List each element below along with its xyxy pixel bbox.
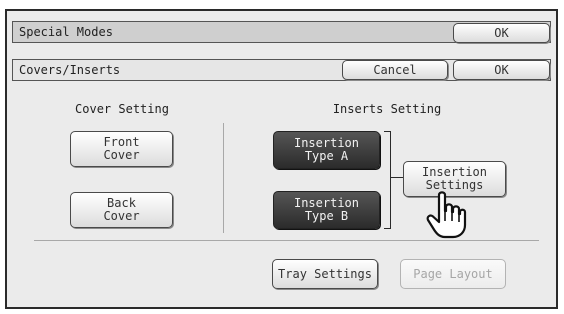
ok-button[interactable]: OK: [453, 60, 550, 80]
insertion-type-a-button[interactable]: Insertion Type A: [273, 131, 380, 169]
page-layout-button[interactable]: Page Layout: [400, 259, 506, 289]
back-cover-label-2: Cover: [103, 209, 140, 223]
hand-pointer-icon: [426, 191, 467, 239]
tray-settings-button[interactable]: Tray Settings: [272, 259, 378, 289]
front-cover-button[interactable]: Front Cover: [70, 131, 173, 167]
section-divider: [223, 123, 224, 233]
cancel-button[interactable]: Cancel: [342, 60, 448, 80]
ok-button-label: OK: [494, 62, 509, 77]
insertion-type-b-button[interactable]: Insertion Type B: [273, 191, 380, 229]
ok-button-top[interactable]: OK: [453, 23, 550, 43]
ok-button-top-label: OK: [494, 25, 509, 40]
front-cover-label-2: Cover: [103, 148, 140, 162]
insertion-type-b-label-2: Type B: [304, 209, 349, 223]
cover-setting-heading: Cover Setting: [75, 102, 169, 116]
special-modes-panel: Special Modes OK Covers/Inserts Cancel O…: [5, 9, 558, 309]
page-title: Special Modes: [19, 25, 113, 39]
back-cover-button[interactable]: Back Cover: [70, 192, 173, 228]
bracket-connector-line: [391, 177, 403, 178]
insertion-type-a-label-2: Type A: [304, 149, 349, 163]
section-title: Covers/Inserts: [19, 63, 121, 77]
page-layout-label: Page Layout: [413, 266, 493, 281]
cancel-button-label: Cancel: [373, 62, 417, 77]
tray-settings-label: Tray Settings: [278, 266, 372, 281]
bracket-connector: [384, 131, 391, 229]
inserts-setting-heading: Inserts Setting: [332, 102, 442, 116]
